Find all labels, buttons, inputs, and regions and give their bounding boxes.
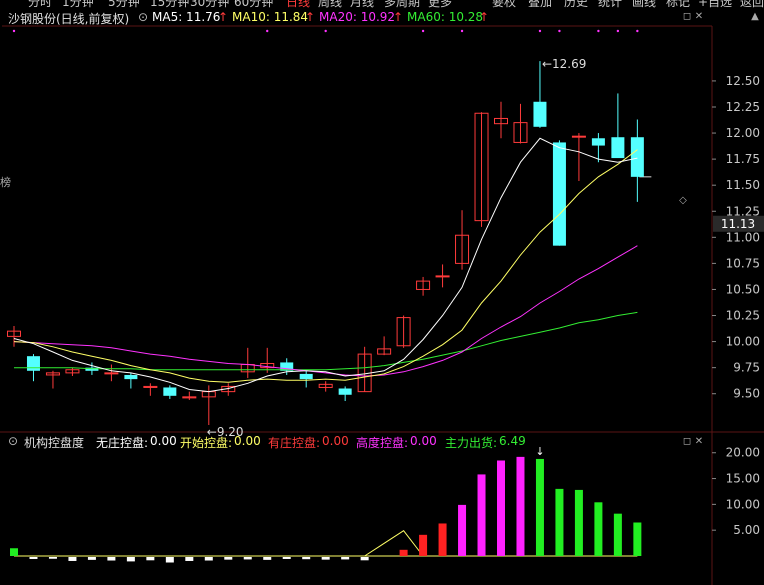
sub-white-bar (243, 557, 252, 560)
sub-green-bar (535, 458, 544, 556)
sub-green-bar (613, 513, 622, 556)
sub-tick-label: 10.00 (726, 497, 760, 511)
sub-green-bar (633, 522, 642, 556)
sub-yellow-spike (364, 530, 424, 557)
candle-body (124, 374, 138, 380)
sub-white-bar (263, 557, 272, 560)
sub-white-bar (165, 557, 174, 563)
price-tick-label: 11.75 (726, 152, 760, 166)
candle-body (571, 135, 586, 138)
stock-chart[interactable]: 12.5012.2512.0011.7511.5011.2511.0010.75… (0, 0, 764, 585)
sub-red-bar (438, 523, 447, 556)
current-price-label: 11.13 (721, 217, 755, 231)
ma20-line (13, 245, 638, 377)
sub-green-bar (10, 548, 18, 556)
sub-red-bar (399, 549, 408, 556)
sell-signal-arrow: ↓ (535, 445, 544, 458)
signal-dot (460, 29, 464, 33)
sub-white-bar (29, 557, 38, 559)
sub-white-bar (87, 557, 96, 560)
candle-body (104, 372, 119, 375)
sub-magenta-bar (477, 474, 486, 556)
price-tick-label: 12.25 (726, 100, 760, 114)
sub-white-bar (126, 557, 135, 562)
sub-white-bar (185, 557, 194, 561)
sub-white-bar (146, 557, 155, 561)
price-tick-label: 9.75 (733, 361, 760, 375)
low-price-annotation: ←9.20 (207, 425, 244, 439)
candle-body (630, 137, 644, 177)
high-price-annotation: ←12.69 (542, 57, 586, 71)
candle-body (552, 142, 566, 246)
signal-dot (12, 29, 16, 33)
signal-dot (266, 29, 269, 33)
sub-green-bar (574, 489, 583, 556)
price-tick-label: 12.50 (726, 74, 760, 88)
sub-white-bar (302, 557, 311, 560)
signal-dot (636, 29, 639, 33)
candle-body (338, 388, 352, 395)
signal-dot (558, 29, 561, 33)
sub-magenta-bar (516, 456, 525, 556)
sub-tick-label: 5.00 (733, 523, 760, 537)
sub-white-bar (204, 557, 213, 561)
signal-dot (538, 29, 542, 33)
sub-white-bar (282, 557, 291, 559)
signal-dot (421, 29, 425, 33)
sub-magenta-bar (458, 504, 467, 556)
sub-white-bar (107, 557, 116, 561)
price-tick-label: 10.75 (726, 256, 760, 270)
candle-body (163, 387, 177, 396)
sub-white-bar (341, 557, 350, 560)
sub-white-bar (48, 557, 57, 559)
sub-white-bar (360, 557, 369, 561)
price-tick-label: 10.00 (726, 335, 760, 349)
sub-white-bar (68, 557, 77, 561)
ma60-line (14, 311, 638, 371)
price-tick-label: 9.50 (733, 387, 760, 401)
price-tick-label: 10.50 (726, 282, 760, 296)
candle-body (435, 275, 450, 278)
candle-body (299, 373, 313, 380)
price-tick-label: 11.00 (726, 230, 760, 244)
sub-tick-label: 15.00 (726, 472, 760, 486)
price-tick-label: 12.00 (726, 126, 760, 140)
candle-body (533, 101, 547, 127)
sub-white-bar (224, 557, 233, 560)
price-tick-label: 10.25 (726, 309, 760, 323)
sub-tick-label: 20.00 (726, 446, 760, 460)
ma5-line (13, 137, 638, 393)
sub-white-bar (321, 557, 330, 560)
candle-body (26, 356, 40, 371)
candle-body (591, 138, 605, 146)
sub-red-bar (419, 534, 428, 556)
signal-dot (324, 29, 327, 33)
sub-green-bar (555, 488, 564, 556)
signal-dot (597, 29, 600, 33)
sub-magenta-bar (497, 460, 505, 556)
sub-green-bar (594, 502, 603, 556)
candle-body (611, 137, 625, 159)
signal-dot (616, 29, 620, 33)
price-tick-label: 11.50 (726, 178, 760, 192)
